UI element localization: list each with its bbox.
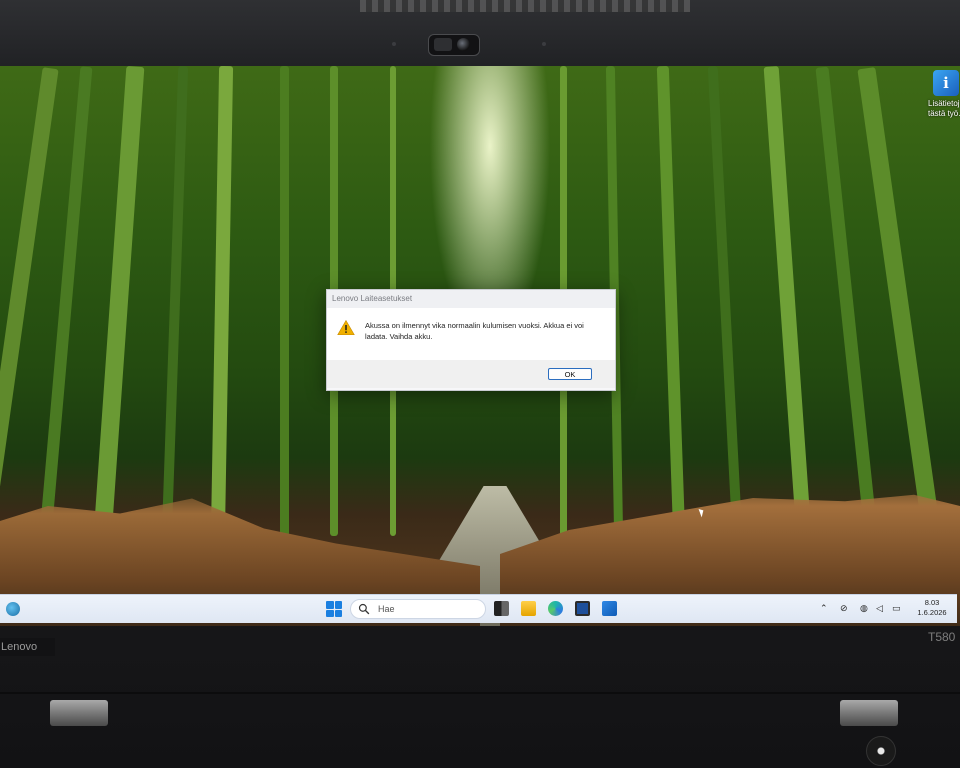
clock-time: 8.03 — [924, 598, 940, 607]
laptop-model-label: T580 — [928, 630, 956, 644]
desktop-shortcut-learn-more[interactable]: i Lisätietoj tästä työ... — [928, 70, 960, 130]
desktop-shortcut-label: tästä työ... — [928, 109, 960, 118]
windows-logo-tile — [334, 609, 342, 617]
warning-icon — [337, 319, 355, 336]
taskbar-search[interactable]: Hae — [350, 599, 486, 619]
search-icon — [358, 603, 370, 615]
start-button[interactable] — [326, 601, 342, 617]
outlook-icon[interactable] — [602, 601, 617, 616]
desktop-shortcut-label: Lisätietoj — [928, 99, 960, 108]
wallpaper-bamboo — [763, 66, 812, 536]
wallpaper-bamboo — [210, 66, 234, 537]
webcam-lens — [457, 38, 470, 51]
laptop-hinge — [50, 700, 108, 726]
laptop-base-seam — [0, 692, 960, 694]
windows-logo-tile — [334, 601, 342, 609]
dialog-body: Akussa on ilmennyt vika normaalin kulumi… — [327, 308, 615, 360]
windows-logo-tile — [326, 601, 334, 609]
edge-browser-icon[interactable] — [548, 601, 563, 616]
network-off-icon[interactable]: ⊘ — [840, 603, 848, 614]
wallpaper-bamboo — [280, 66, 289, 536]
wallpaper-bamboo — [161, 66, 189, 537]
sensor-dot — [392, 42, 396, 46]
clock-date: 1.6.2026 — [917, 608, 947, 617]
battery-icon[interactable]: ▭ — [892, 603, 901, 614]
task-view-icon[interactable] — [494, 601, 509, 616]
search-placeholder: Hae — [378, 604, 395, 614]
power-button[interactable] — [866, 736, 896, 766]
dialog-message: Akussa on ilmennyt vika normaalin kulumi… — [365, 321, 584, 341]
taskbar: Hae ⌃ ⊘ ◍ ◁ ▭ 8.03 1.6.2026 — [0, 594, 957, 623]
widgets-icon[interactable] — [6, 602, 20, 616]
bezel-edge — [360, 0, 690, 12]
dialog-footer: OK — [327, 360, 615, 388]
dialog-title: Lenovo Laiteasetukset — [327, 290, 615, 308]
ok-button[interactable]: OK — [548, 368, 592, 380]
windows-logo-tile — [326, 609, 334, 617]
laptop-hinge — [840, 700, 898, 726]
wallpaper-bamboo — [93, 66, 145, 537]
sensor-dot — [542, 42, 546, 46]
wallpaper-bamboo — [707, 66, 743, 536]
globe-icon[interactable]: ◍ — [860, 603, 868, 614]
file-explorer-icon[interactable] — [521, 601, 536, 616]
store-icon[interactable] — [575, 601, 590, 616]
chevron-up-icon[interactable]: ⌃ — [820, 603, 828, 614]
desktop-screen: i Lisätietoj tästä työ... Lenovo Laiteas… — [0, 66, 960, 626]
speaker-muted-icon[interactable]: ◁ — [876, 603, 883, 614]
battery-warning-dialog: Lenovo Laiteasetukset Akussa on ilmennyt… — [326, 289, 616, 391]
taskbar-clock[interactable]: 8.03 1.6.2026 — [912, 598, 952, 618]
webcam — [428, 34, 480, 56]
laptop-brand-label: Lenovo — [0, 638, 55, 656]
info-icon: i — [933, 70, 959, 96]
wallpaper-bamboo — [656, 66, 686, 537]
webcam-shutter — [434, 38, 452, 51]
